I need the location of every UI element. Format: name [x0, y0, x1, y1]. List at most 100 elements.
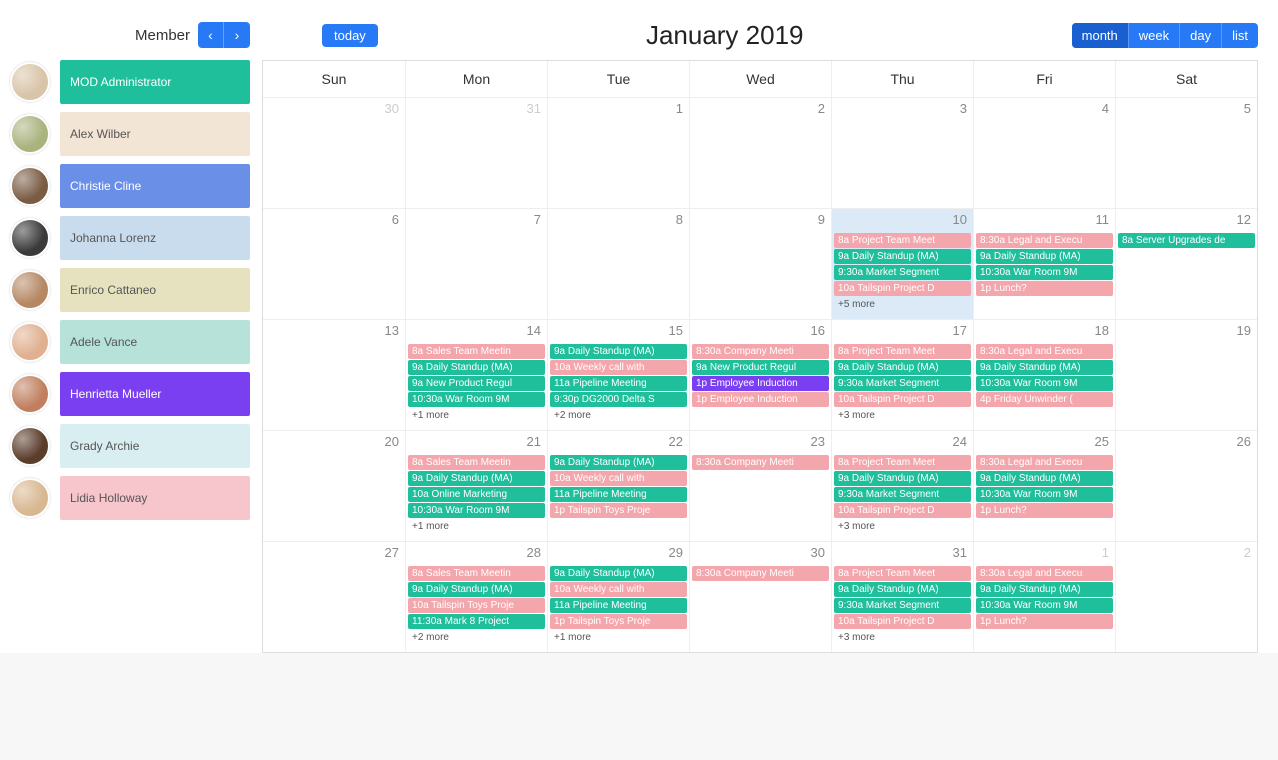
- member-row[interactable]: Christie Cline: [10, 164, 250, 208]
- prev-button[interactable]: ‹: [198, 22, 224, 48]
- calendar-event[interactable]: 8a Sales Team Meetin: [408, 455, 545, 470]
- calendar-event[interactable]: 9a Daily Standup (MA): [408, 360, 545, 375]
- calendar-event[interactable]: 8:30a Company Meeti: [692, 566, 829, 581]
- calendar-event[interactable]: 10:30a War Room 9M: [976, 487, 1113, 502]
- calendar-event[interactable]: 8:30a Legal and Execu: [976, 455, 1113, 470]
- more-link[interactable]: +2 more: [408, 630, 545, 645]
- calendar-event[interactable]: 9a Daily Standup (MA): [834, 249, 971, 264]
- calendar-event[interactable]: 1p Lunch?: [976, 503, 1113, 518]
- day-cell[interactable]: 13: [263, 320, 405, 430]
- member-row[interactable]: Lidia Holloway: [10, 476, 250, 520]
- calendar-event[interactable]: 4p Friday Unwinder (: [976, 392, 1113, 407]
- calendar-event[interactable]: 9a Daily Standup (MA): [408, 582, 545, 597]
- member-chip[interactable]: MOD Administrator: [60, 60, 250, 104]
- more-link[interactable]: +3 more: [834, 408, 971, 423]
- calendar-event[interactable]: 9a Daily Standup (MA): [834, 360, 971, 375]
- calendar-event[interactable]: 10:30a War Room 9M: [408, 392, 545, 407]
- day-cell[interactable]: 20: [263, 431, 405, 541]
- calendar-event[interactable]: 8a Project Team Meet: [834, 344, 971, 359]
- calendar-event[interactable]: 11a Pipeline Meeting: [550, 598, 687, 613]
- more-link[interactable]: +3 more: [834, 519, 971, 534]
- member-row[interactable]: Grady Archie: [10, 424, 250, 468]
- day-cell[interactable]: 248a Project Team Meet9a Daily Standup (…: [831, 431, 973, 541]
- day-cell[interactable]: 178a Project Team Meet9a Daily Standup (…: [831, 320, 973, 430]
- calendar-event[interactable]: 10:30a War Room 9M: [976, 376, 1113, 391]
- calendar-event[interactable]: 1p Employee Induction: [692, 376, 829, 391]
- calendar-event[interactable]: 11:30a Mark 8 Project: [408, 614, 545, 629]
- day-cell[interactable]: 18:30a Legal and Execu9a Daily Standup (…: [973, 542, 1115, 652]
- calendar-event[interactable]: 1p Lunch?: [976, 614, 1113, 629]
- calendar-event[interactable]: 8a Project Team Meet: [834, 233, 971, 248]
- calendar-event[interactable]: 8:30a Legal and Execu: [976, 344, 1113, 359]
- next-button[interactable]: ›: [224, 22, 250, 48]
- day-cell[interactable]: 30: [263, 98, 405, 208]
- calendar-event[interactable]: 9a New Product Regul: [408, 376, 545, 391]
- day-cell[interactable]: 299a Daily Standup (MA)10a Weekly call w…: [547, 542, 689, 652]
- member-row[interactable]: Henrietta Mueller: [10, 372, 250, 416]
- calendar-event[interactable]: 9:30a Market Segment: [834, 265, 971, 280]
- calendar-event[interactable]: 11a Pipeline Meeting: [550, 487, 687, 502]
- calendar-event[interactable]: 9a Daily Standup (MA): [834, 471, 971, 486]
- day-cell[interactable]: 238:30a Company Meeti: [689, 431, 831, 541]
- calendar-event[interactable]: 9:30a Market Segment: [834, 487, 971, 502]
- more-link[interactable]: +5 more: [834, 297, 971, 312]
- day-cell[interactable]: 31: [405, 98, 547, 208]
- calendar-event[interactable]: 1p Tailspin Toys Proje: [550, 614, 687, 629]
- day-cell[interactable]: 27: [263, 542, 405, 652]
- day-cell[interactable]: 168:30a Company Meeti9a New Product Regu…: [689, 320, 831, 430]
- calendar-event[interactable]: 10a Tailspin Toys Proje: [408, 598, 545, 613]
- day-cell[interactable]: 218a Sales Team Meetin9a Daily Standup (…: [405, 431, 547, 541]
- day-cell[interactable]: 148a Sales Team Meetin9a Daily Standup (…: [405, 320, 547, 430]
- day-cell[interactable]: 118:30a Legal and Execu9a Daily Standup …: [973, 209, 1115, 319]
- day-cell[interactable]: 108a Project Team Meet9a Daily Standup (…: [831, 209, 973, 319]
- day-cell[interactable]: 2: [689, 98, 831, 208]
- calendar-event[interactable]: 8a Project Team Meet: [834, 455, 971, 470]
- more-link[interactable]: +3 more: [834, 630, 971, 645]
- calendar-event[interactable]: 10a Weekly call with: [550, 360, 687, 375]
- day-cell[interactable]: 26: [1115, 431, 1257, 541]
- calendar-event[interactable]: 1p Employee Induction: [692, 392, 829, 407]
- more-link[interactable]: +1 more: [408, 408, 545, 423]
- calendar-event[interactable]: 1p Tailspin Toys Proje: [550, 503, 687, 518]
- calendar-event[interactable]: 10a Tailspin Project D: [834, 392, 971, 407]
- day-cell[interactable]: 288a Sales Team Meetin9a Daily Standup (…: [405, 542, 547, 652]
- view-month[interactable]: month: [1072, 23, 1128, 48]
- calendar-event[interactable]: 9a Daily Standup (MA): [976, 582, 1113, 597]
- calendar-event[interactable]: 10:30a War Room 9M: [408, 503, 545, 518]
- member-chip[interactable]: Johanna Lorenz: [60, 216, 250, 260]
- calendar-event[interactable]: 9a Daily Standup (MA): [550, 566, 687, 581]
- day-cell[interactable]: 3: [831, 98, 973, 208]
- calendar-event[interactable]: 8a Project Team Meet: [834, 566, 971, 581]
- calendar-event[interactable]: 9a Daily Standup (MA): [976, 471, 1113, 486]
- calendar-event[interactable]: 9:30a Market Segment: [834, 598, 971, 613]
- calendar-event[interactable]: 9a Daily Standup (MA): [976, 249, 1113, 264]
- member-chip[interactable]: Enrico Cattaneo: [60, 268, 250, 312]
- day-cell[interactable]: 188:30a Legal and Execu9a Daily Standup …: [973, 320, 1115, 430]
- calendar-event[interactable]: 11a Pipeline Meeting: [550, 376, 687, 391]
- calendar-event[interactable]: 9a New Product Regul: [692, 360, 829, 375]
- day-cell[interactable]: 318a Project Team Meet9a Daily Standup (…: [831, 542, 973, 652]
- member-chip[interactable]: Christie Cline: [60, 164, 250, 208]
- more-link[interactable]: +1 more: [550, 630, 687, 645]
- member-chip[interactable]: Adele Vance: [60, 320, 250, 364]
- calendar-event[interactable]: 9a Daily Standup (MA): [408, 471, 545, 486]
- calendar-event[interactable]: 10:30a War Room 9M: [976, 265, 1113, 280]
- day-cell[interactable]: 7: [405, 209, 547, 319]
- day-cell[interactable]: 2: [1115, 542, 1257, 652]
- calendar-event[interactable]: 10a Tailspin Project D: [834, 503, 971, 518]
- member-row[interactable]: Alex Wilber: [10, 112, 250, 156]
- day-cell[interactable]: 128a Server Upgrades de: [1115, 209, 1257, 319]
- calendar-event[interactable]: 9:30a Market Segment: [834, 376, 971, 391]
- calendar-event[interactable]: 1p Lunch?: [976, 281, 1113, 296]
- day-cell[interactable]: 19: [1115, 320, 1257, 430]
- member-row[interactable]: Johanna Lorenz: [10, 216, 250, 260]
- member-chip[interactable]: Henrietta Mueller: [60, 372, 250, 416]
- day-cell[interactable]: 308:30a Company Meeti: [689, 542, 831, 652]
- calendar-event[interactable]: 8a Sales Team Meetin: [408, 566, 545, 581]
- more-link[interactable]: +2 more: [550, 408, 687, 423]
- calendar-event[interactable]: 9a Daily Standup (MA): [550, 455, 687, 470]
- member-chip[interactable]: Grady Archie: [60, 424, 250, 468]
- more-link[interactable]: +1 more: [408, 519, 545, 534]
- calendar-event[interactable]: 10:30a War Room 9M: [976, 598, 1113, 613]
- day-cell[interactable]: 159a Daily Standup (MA)10a Weekly call w…: [547, 320, 689, 430]
